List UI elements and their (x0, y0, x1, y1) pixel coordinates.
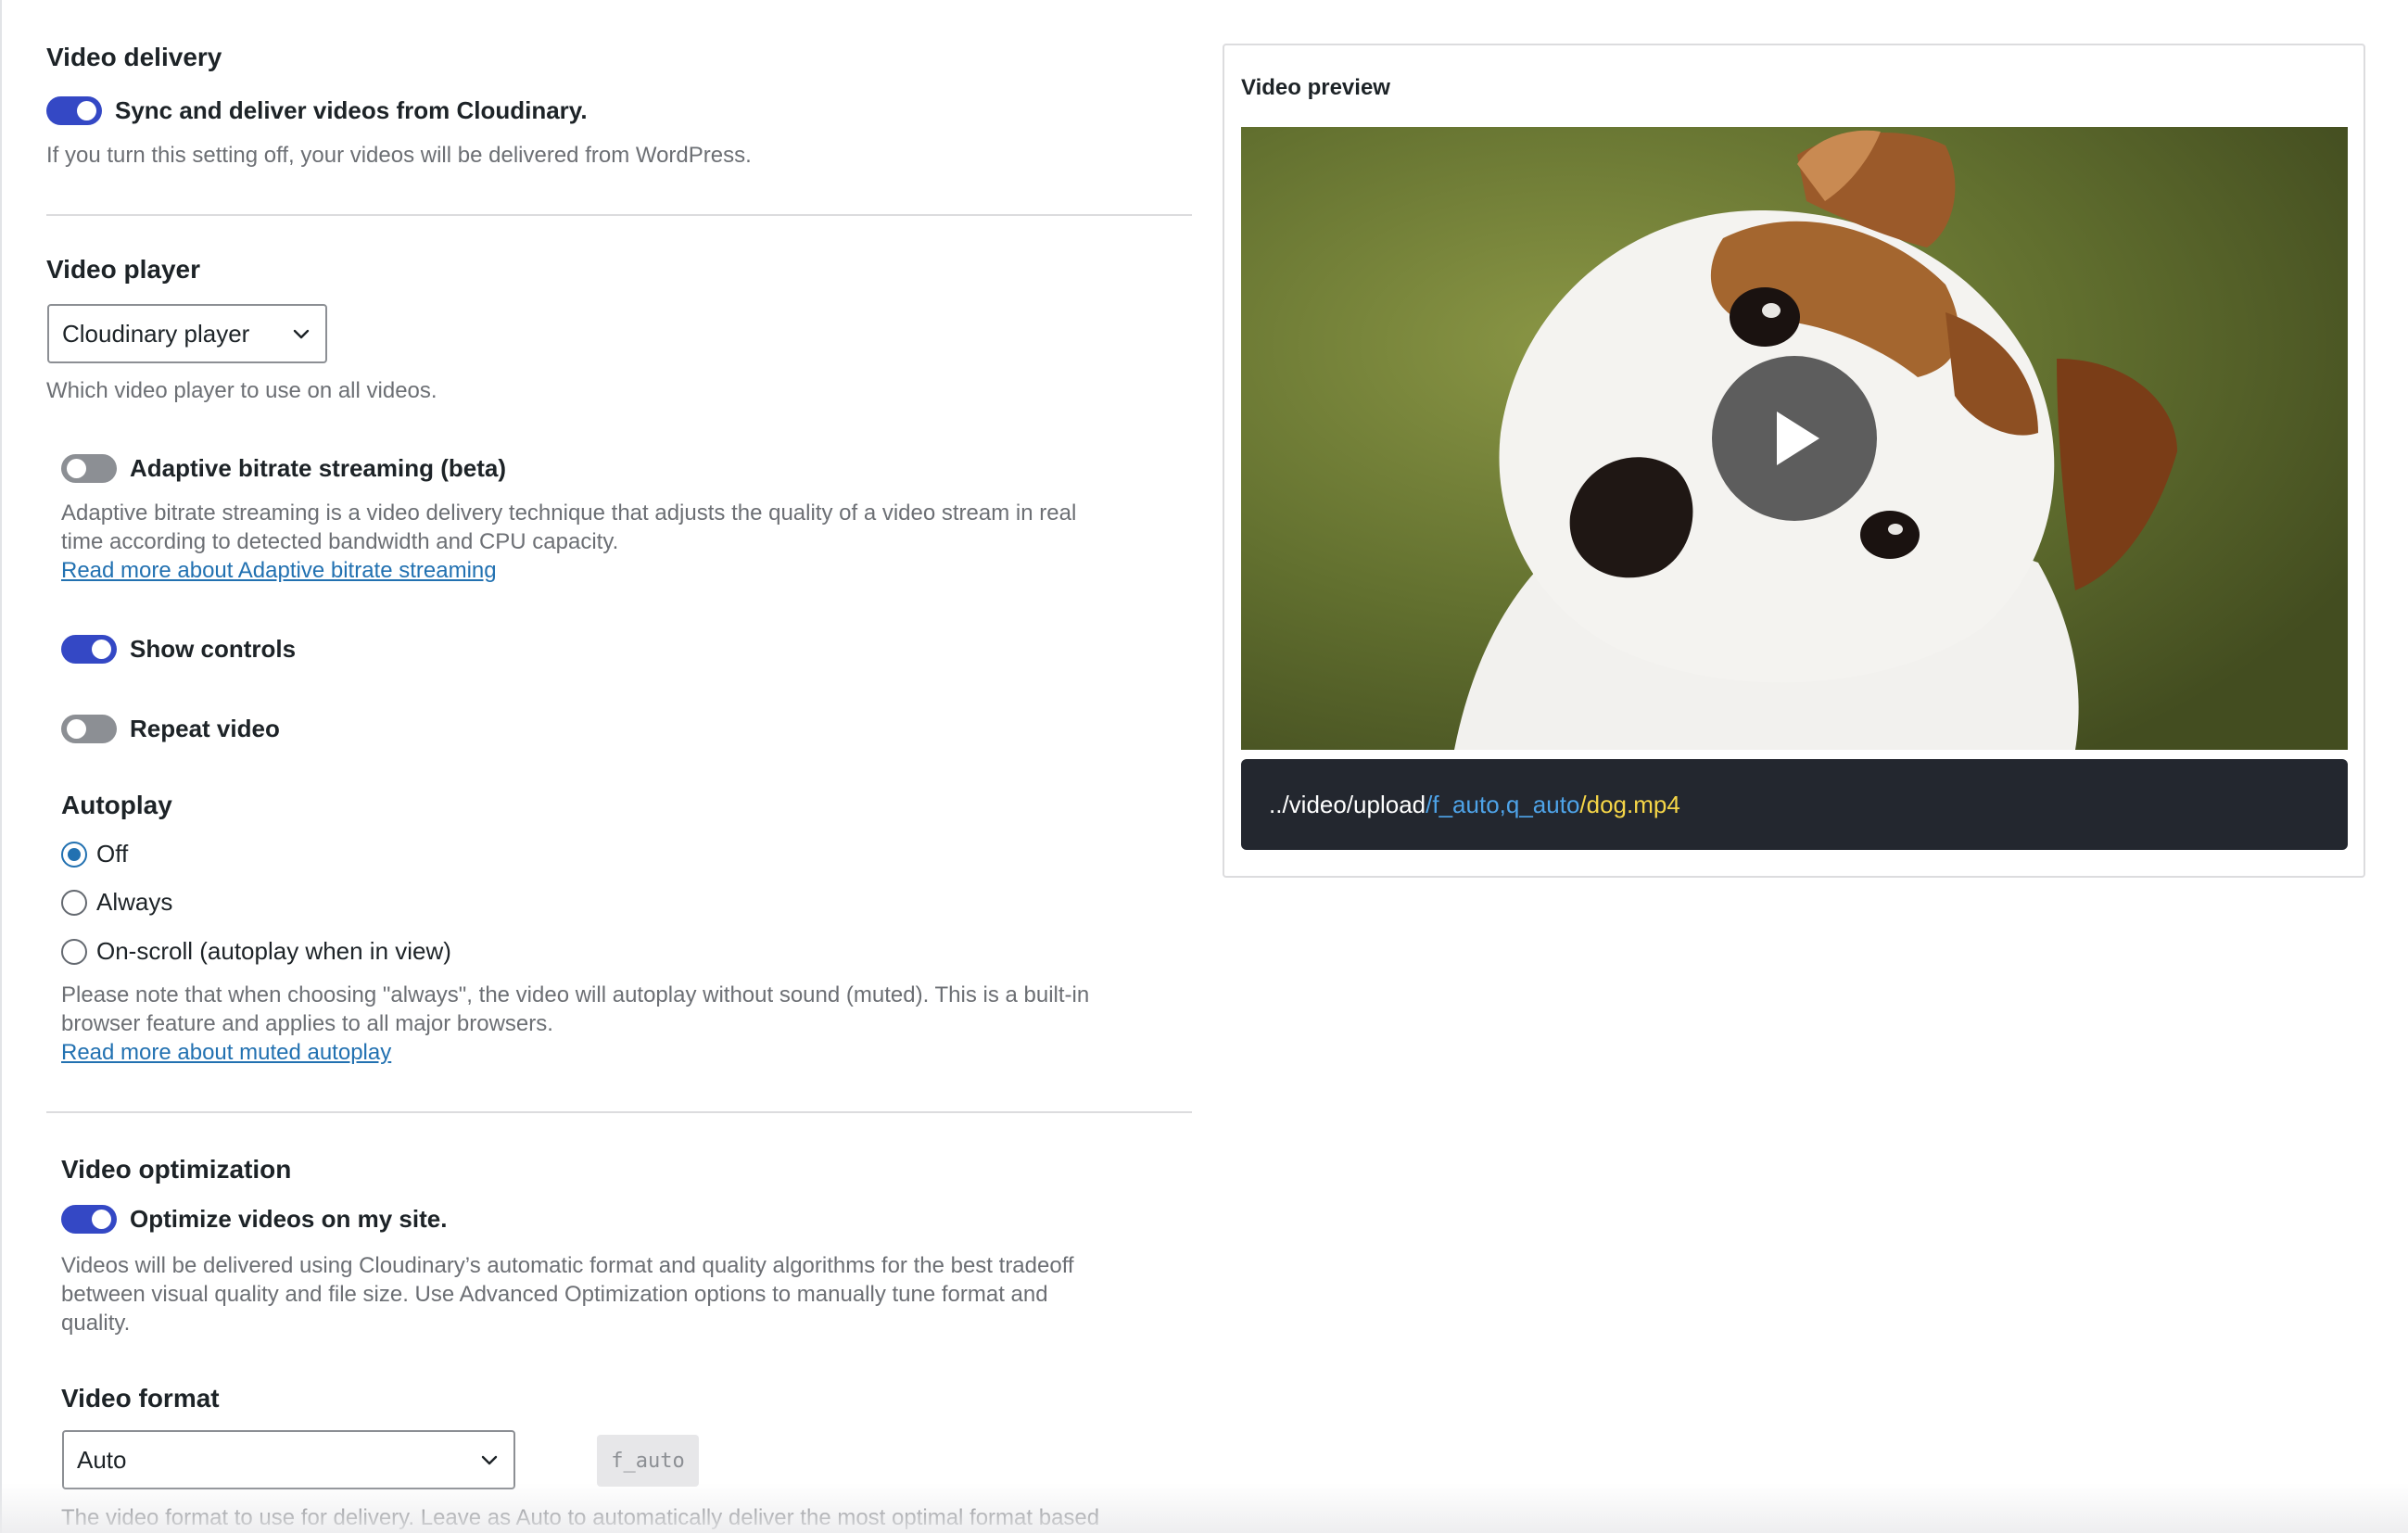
chevron-down-icon (293, 329, 310, 339)
format-code-badge: f_auto (597, 1435, 699, 1487)
show-controls-label: Show controls (130, 635, 297, 663)
autoplay-note-2: browser feature and applies to all major… (61, 1011, 553, 1036)
repeat-video-toggle[interactable] (61, 715, 117, 743)
autoplay-note-1: Please note that when choosing "always",… (61, 982, 1090, 1007)
page-left-border (0, 0, 2, 1533)
sync-delivery-description: If you turn this setting off, your video… (46, 143, 752, 168)
autoplay-option-on-scroll[interactable]: On-scroll (autoplay when in view) (61, 937, 451, 966)
video-player-title: Video player (46, 255, 201, 284)
toggle-knob (67, 719, 86, 739)
adaptive-streaming-description-1: Adaptive bitrate streaming is a video de… (61, 500, 1077, 526)
toggle-knob (77, 101, 96, 120)
sync-delivery-label: Sync and deliver videos from Cloudinary. (115, 96, 588, 124)
show-controls-row: Show controls (61, 635, 296, 664)
section-divider (46, 214, 1192, 216)
autoplay-option-label: Always (96, 888, 173, 916)
adaptive-streaming-description-2: time according to detected bandwidth and… (61, 529, 619, 554)
autoplay-option-off[interactable]: Off (61, 840, 128, 868)
video-format-description: The video format to use for delivery. Le… (61, 1505, 1100, 1530)
video-player-description: Which video player to use on all videos. (46, 378, 437, 403)
sync-delivery-row: Sync and deliver videos from Cloudinary. (46, 96, 588, 125)
video-format-title: Video format (61, 1384, 220, 1413)
autoplay-option-label: On-scroll (autoplay when in view) (96, 937, 451, 965)
transformation-url-bar: ../video/upload/f_auto,q_auto/dog.mp4 (1241, 759, 2348, 850)
optimization-description-2: between visual quality and file size. Us… (61, 1282, 1048, 1307)
video-player-select-value: Cloudinary player (62, 319, 250, 348)
adaptive-streaming-link[interactable]: Read more about Adaptive bitrate streami… (61, 558, 497, 584)
video-format-select-value: Auto (77, 1445, 127, 1474)
radio-button[interactable] (61, 938, 87, 965)
toggle-knob (67, 459, 86, 478)
muted-autoplay-link[interactable]: Read more about muted autoplay (61, 1040, 391, 1066)
repeat-video-row: Repeat video (61, 715, 280, 743)
video-delivery-title: Video delivery (46, 43, 222, 71)
toggle-knob (92, 640, 111, 659)
autoplay-option-always[interactable]: Always (61, 888, 172, 917)
repeat-video-label: Repeat video (130, 715, 280, 742)
optimization-description-1: Videos will be delivered using Cloudinar… (61, 1253, 1074, 1278)
section-divider (46, 1111, 1192, 1113)
radio-button[interactable] (61, 889, 87, 916)
chevron-down-icon (481, 1455, 498, 1465)
video-optimization-title: Video optimization (61, 1155, 292, 1184)
sync-delivery-toggle[interactable] (46, 96, 102, 125)
adaptive-streaming-label: Adaptive bitrate streaming (beta) (130, 454, 506, 482)
optimization-description-3: quality. (61, 1311, 131, 1336)
url-filename: /dog.mp4 (1579, 790, 1680, 818)
video-preview-panel: Video preview ../video/upload /f_auto,q_… (1223, 44, 2365, 878)
autoplay-option-label: Off (96, 840, 129, 868)
optimize-videos-toggle[interactable] (61, 1205, 117, 1234)
adaptive-streaming-toggle[interactable] (61, 454, 117, 483)
url-base: ../video/upload (1269, 790, 1426, 818)
url-transformations: /f_auto,q_auto (1426, 790, 1580, 818)
show-controls-toggle[interactable] (61, 635, 117, 664)
optimize-videos-label: Optimize videos on my site. (130, 1205, 448, 1233)
video-player-select[interactable]: Cloudinary player (47, 304, 327, 363)
video-format-select[interactable]: Auto (62, 1430, 515, 1489)
video-preview-title: Video preview (1241, 75, 1390, 100)
play-icon (1777, 412, 1819, 465)
optimize-videos-row: Optimize videos on my site. (61, 1205, 447, 1234)
adaptive-streaming-row: Adaptive bitrate streaming (beta) (61, 454, 506, 483)
radio-button[interactable] (61, 841, 87, 868)
toggle-knob (92, 1210, 111, 1229)
autoplay-title: Autoplay (61, 791, 172, 819)
play-button[interactable] (1712, 356, 1877, 521)
video-player[interactable] (1241, 127, 2348, 750)
